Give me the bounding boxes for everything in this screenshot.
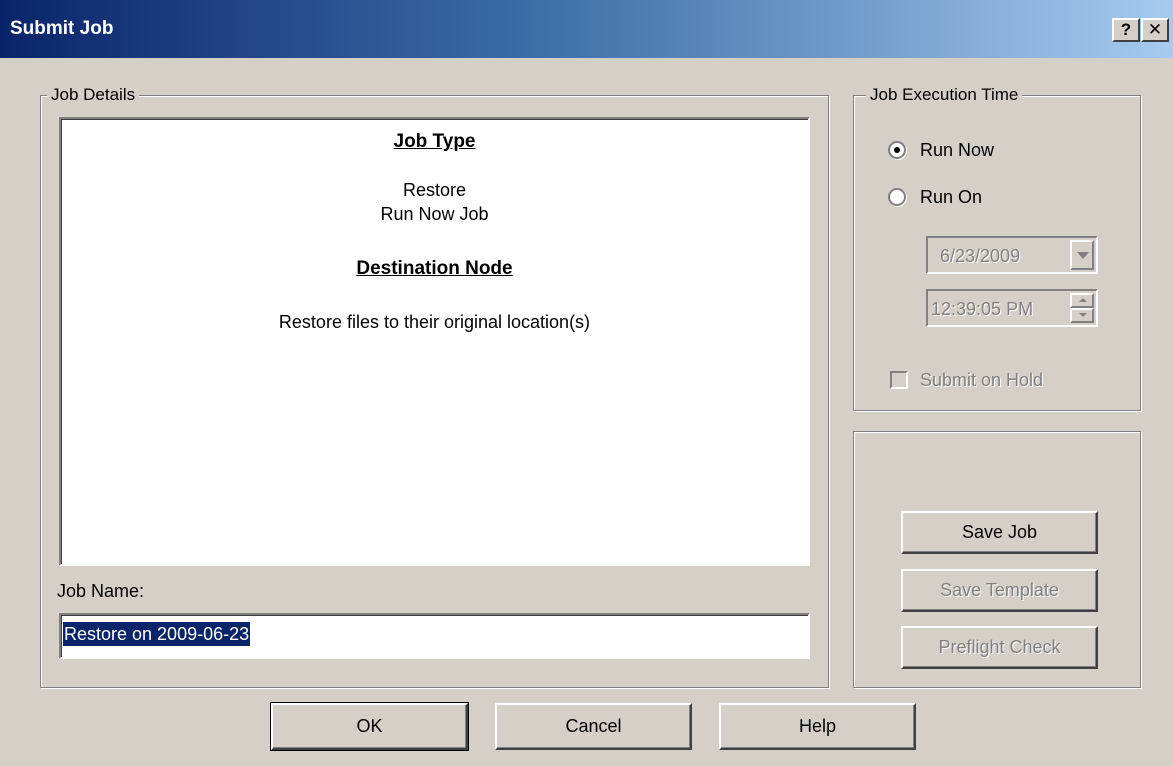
- submit-on-hold-label[interactable]: Submit on Hold: [920, 370, 1043, 391]
- job-type-line1: Restore: [402, 180, 467, 200]
- help-label: Help: [798, 716, 837, 736]
- save-job-label: Save Job: [961, 522, 1038, 542]
- job-name-label: Job Name:: [57, 581, 145, 601]
- job-type-line2: Run Now Job: [380, 204, 489, 224]
- spin-up-icon[interactable]: [1070, 293, 1094, 308]
- preflight-check-label: Preflight Check: [938, 637, 1061, 657]
- help-button[interactable]: Help: [719, 703, 916, 750]
- destination-heading: Destination Node: [356, 258, 513, 279]
- job-details-group-title: Job Details: [47, 85, 140, 105]
- run-now-radio[interactable]: [888, 141, 906, 159]
- close-icon[interactable]: ✕: [1141, 18, 1169, 42]
- save-template-button[interactable]: Save Template: [901, 569, 1098, 612]
- cancel-label: Cancel: [565, 716, 622, 736]
- window-title: Submit Job: [10, 18, 114, 39]
- job-details-pane: Job Type Restore Run Now Job Destination…: [59, 117, 810, 566]
- run-on-time-value: 12:39:05 PM: [931, 299, 1034, 319]
- save-job-button[interactable]: Save Job: [901, 511, 1098, 554]
- job-name-value: Restore on 2009-06-23: [63, 622, 251, 646]
- help-icon[interactable]: ?: [1112, 18, 1140, 42]
- ok-label: OK: [356, 716, 383, 736]
- spin-down-icon[interactable]: [1070, 308, 1094, 323]
- job-name-input[interactable]: Restore on 2009-06-23: [59, 613, 810, 659]
- job-type-heading: Job Type: [393, 131, 476, 152]
- run-on-label[interactable]: Run On: [920, 187, 982, 208]
- ok-button[interactable]: OK: [270, 702, 469, 751]
- run-on-date-value: 6/23/2009: [940, 246, 1021, 266]
- submit-on-hold-checkbox[interactable]: [890, 371, 908, 389]
- preflight-check-button[interactable]: Preflight Check: [901, 626, 1098, 669]
- run-on-radio[interactable]: [888, 188, 906, 206]
- run-on-time-spinner[interactable]: 12:39:05 PM: [926, 289, 1098, 327]
- submit-job-dialog: Submit Job ? ✕ Job Details Job Type Rest…: [0, 0, 1173, 766]
- chevron-down-icon[interactable]: [1070, 240, 1094, 270]
- cancel-button[interactable]: Cancel: [495, 703, 692, 750]
- run-on-date-picker[interactable]: 6/23/2009: [926, 236, 1098, 274]
- job-execution-time-title: Job Execution Time: [866, 85, 1023, 105]
- title-bar[interactable]: Submit Job ? ✕: [0, 0, 1173, 58]
- run-now-label[interactable]: Run Now: [920, 140, 994, 161]
- destination-text: Restore files to their original location…: [278, 312, 591, 332]
- save-template-label: Save Template: [940, 580, 1059, 600]
